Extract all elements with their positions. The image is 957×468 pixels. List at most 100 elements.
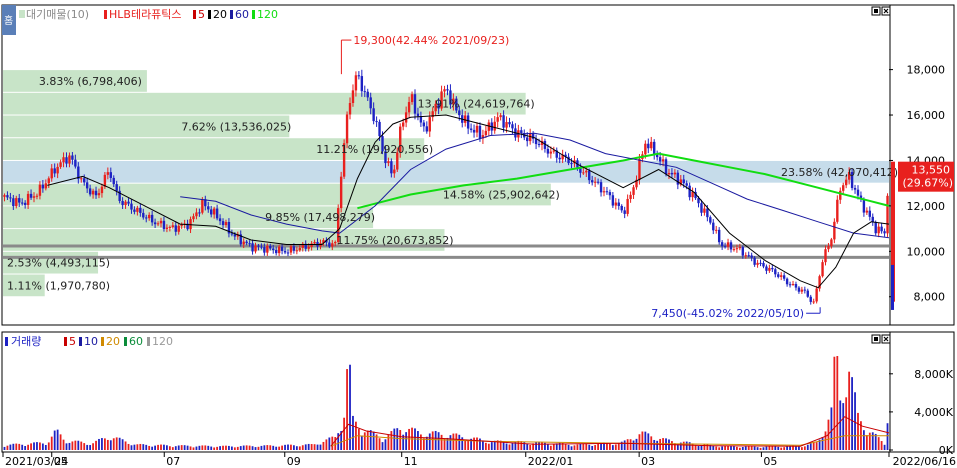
volume-bar — [883, 444, 886, 450]
volume-bar — [284, 444, 286, 450]
volume-bar — [830, 407, 833, 450]
volume-bar — [363, 432, 366, 450]
candle-body — [328, 242, 331, 247]
volume-bar — [431, 431, 434, 450]
candle-body — [821, 262, 824, 277]
volume-bar — [71, 441, 74, 450]
price-axis-label: 12,000 — [907, 200, 946, 213]
candle-body — [272, 248, 275, 251]
candle-body — [868, 210, 872, 217]
candle-body — [735, 248, 739, 250]
candle-body — [307, 246, 310, 249]
candle-body — [788, 284, 792, 286]
candle-body — [221, 221, 225, 226]
volume-bar — [112, 438, 115, 450]
date-axis-group: 2021/03/2405 07 09 11 2022/01 03 05 2022/06/16 — [2, 452, 956, 468]
candle-body — [212, 208, 216, 215]
volume-bar — [319, 444, 322, 450]
volume-bar — [101, 438, 103, 450]
volume-bar — [750, 446, 753, 450]
candle-body — [605, 191, 609, 193]
candle-body — [100, 186, 104, 194]
vol-legend-10: 10 — [84, 335, 98, 348]
candle-body — [18, 198, 21, 203]
candle-body — [121, 200, 124, 206]
volume-bar — [393, 428, 396, 450]
volume-bar — [871, 432, 874, 450]
volume-bar — [177, 445, 180, 450]
candle-body — [647, 143, 650, 149]
volume-bar — [378, 438, 381, 450]
candle-body — [650, 141, 653, 149]
candle-body — [230, 233, 234, 235]
volume-bar — [476, 437, 478, 450]
candle-body — [585, 170, 588, 173]
candle-body — [753, 257, 756, 265]
volume-bar — [298, 446, 301, 450]
vol-legend-swatch-120 — [147, 337, 150, 346]
vol-legend-20: 20 — [106, 335, 120, 348]
volume-bar — [183, 445, 186, 450]
volume-bar — [440, 434, 443, 450]
volume-bar — [505, 443, 508, 450]
candle-body — [472, 129, 476, 133]
volume-bar — [163, 444, 165, 450]
legend-ma5: 5 — [198, 8, 205, 21]
price-axis-label: 8,000 — [914, 291, 946, 304]
volume-bar — [266, 445, 269, 450]
volume-axis-label: 4,000K — [914, 406, 953, 419]
volume-bar — [293, 445, 295, 450]
candle-body — [127, 201, 130, 204]
candle-body — [729, 242, 733, 250]
candle-body — [159, 220, 163, 224]
candle-body — [588, 170, 591, 181]
volume-bar — [89, 445, 92, 450]
candle-body — [375, 121, 378, 123]
candle-body — [484, 130, 488, 136]
volume-bar — [160, 444, 162, 450]
candle-body — [602, 191, 606, 193]
volume-bar — [656, 440, 659, 450]
vol-legend-swatch-20 — [101, 337, 104, 346]
candle-body — [41, 184, 45, 189]
candle-body — [404, 112, 408, 123]
candle-body — [80, 178, 83, 180]
date-axis-label: 05 — [763, 455, 777, 468]
volume-bar — [12, 443, 15, 450]
volume-bar — [44, 444, 47, 450]
volume-bar — [623, 440, 626, 450]
volume-profile-label: 14.58% (25,902,642) — [443, 189, 560, 202]
candle-body — [582, 172, 585, 174]
volume-bar — [629, 439, 632, 450]
volume-bar — [151, 446, 154, 450]
candle-body — [839, 190, 842, 200]
volume-bar — [886, 423, 889, 450]
volume-bar — [564, 443, 567, 450]
candle-body — [218, 218, 222, 222]
volume-bar — [567, 444, 570, 450]
volume-axis-label: 8,000K — [914, 368, 953, 381]
candle-body — [759, 262, 762, 264]
volume-bar — [233, 447, 236, 450]
volume-bar — [783, 447, 786, 450]
date-axis-label: 11 — [404, 455, 418, 468]
volume-bar — [774, 446, 777, 450]
volume-profile-label: 3.83% (6,798,406) — [39, 75, 142, 88]
volume-bar — [287, 444, 289, 450]
candle-body — [422, 122, 426, 127]
legend-swatch-ma5 — [193, 10, 196, 19]
candle-body — [207, 206, 210, 210]
volume-bar — [74, 440, 77, 450]
volume-bar — [588, 444, 591, 450]
candle-body — [165, 227, 169, 229]
volume-bar — [425, 436, 428, 450]
legend-swatch-ma120 — [252, 10, 255, 19]
candle-body — [797, 287, 801, 292]
volume-bar — [738, 447, 741, 450]
volume-bar — [484, 442, 487, 450]
candle-body — [310, 243, 313, 247]
volume-bar — [207, 445, 210, 450]
volume-bar — [529, 445, 532, 450]
volume-bar — [95, 440, 97, 450]
candle-body — [877, 226, 880, 234]
